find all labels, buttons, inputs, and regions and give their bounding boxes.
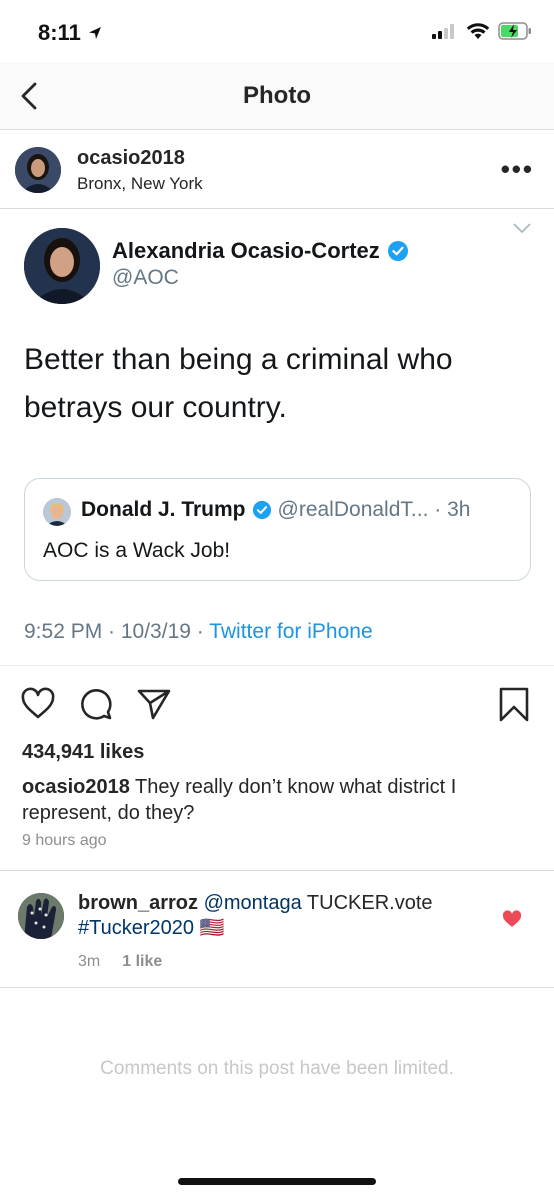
tweet-author-name-text: Alexandria Ocasio-Cortez	[112, 238, 380, 263]
comment-body: TUCKER.vote	[301, 892, 433, 914]
avatar-portrait-icon	[24, 228, 100, 304]
quoted-tweet-name: Donald J. Trump	[81, 498, 246, 521]
comments-limited-notice: Comments on this post have been limited.	[100, 1058, 454, 1079]
status-time-text: 8:11	[38, 20, 81, 45]
quoted-tweet-header: Donald J. Trump @realDonaldT... · 3h	[81, 498, 470, 522]
status-time: 8:11	[38, 20, 103, 46]
post-time-ago: 9 hours ago	[22, 832, 107, 849]
post-header: ocasio2018 Bronx, New York •••	[0, 131, 554, 209]
quoted-tweet-text: AOC is a Wack Job!	[43, 539, 231, 562]
cellular-signal-icon	[432, 24, 454, 39]
tweet-author-avatar	[24, 228, 100, 304]
quoted-tweet-handle: @realDonaldT... · 3h	[277, 498, 471, 521]
quoted-tweet: Donald J. Trump @realDonaldT... · 3h AOC…	[24, 478, 531, 581]
tweet-author-name: Alexandria Ocasio-Cortez	[112, 238, 409, 264]
post-location[interactable]: Bronx, New York	[77, 174, 203, 194]
likes-count[interactable]: 434,941 likes	[22, 741, 144, 764]
avatar-gloves-icon	[18, 893, 64, 939]
more-options-icon[interactable]: •••	[501, 156, 534, 182]
caption-username[interactable]: ocasio2018	[22, 776, 130, 798]
post-image-tweet[interactable]: Alexandria Ocasio-Cortez @AOC Better tha…	[0, 210, 554, 666]
divider	[0, 870, 554, 871]
quoted-tweet-avatar	[43, 498, 71, 526]
comment-username[interactable]: brown_arroz	[78, 892, 198, 914]
post-username[interactable]: ocasio2018	[77, 147, 185, 170]
comment-mention[interactable]: @montaga	[198, 892, 302, 914]
action-bar	[0, 668, 554, 738]
tweet-meta: 9:52 PM · 10/3/19 · Twitter for iPhone	[24, 620, 373, 644]
tweet-author-handle: @AOC	[112, 266, 179, 289]
comment-meta: 3m 1 like	[78, 953, 162, 971]
chevron-down-icon	[513, 223, 531, 234]
bookmark-icon[interactable]	[496, 686, 532, 722]
home-indicator[interactable]	[178, 1178, 376, 1185]
avatar-portrait-icon	[15, 147, 61, 193]
comment-text: brown_arroz @montaga TUCKER.vote #Tucker…	[78, 891, 498, 941]
comment-icon[interactable]	[78, 686, 114, 722]
verified-badge-icon	[252, 500, 271, 520]
avatar-portrait-icon	[43, 498, 71, 526]
nav-bar: Photo	[0, 62, 554, 130]
comment-heart-filled-icon[interactable]	[502, 910, 522, 928]
post-author-avatar[interactable]	[15, 147, 61, 193]
page-title: Photo	[243, 82, 311, 109]
wifi-icon	[466, 23, 490, 39]
verified-badge-icon	[387, 241, 408, 261]
comment-hashtag[interactable]: #Tucker2020	[78, 917, 194, 939]
battery-charging-icon	[498, 22, 531, 40]
tweet-timestamp: 9:52 PM · 10/3/19 ·	[24, 620, 210, 643]
heart-icon[interactable]	[20, 686, 56, 722]
status-icons	[432, 22, 532, 40]
share-icon[interactable]	[136, 686, 172, 722]
location-arrow-icon	[88, 27, 101, 39]
divider	[0, 987, 554, 988]
tweet-source: Twitter for iPhone	[209, 620, 373, 643]
comment-flag: 🇺🇸	[194, 917, 225, 939]
tweet-text: Better than being a criminal who betrays…	[24, 343, 453, 424]
post-caption: ocasio2018 They really don’t know what d…	[22, 774, 537, 826]
comment-age: 3m	[78, 953, 101, 970]
comment-likes[interactable]: 1 like	[122, 953, 162, 971]
comment-avatar[interactable]	[18, 893, 64, 939]
